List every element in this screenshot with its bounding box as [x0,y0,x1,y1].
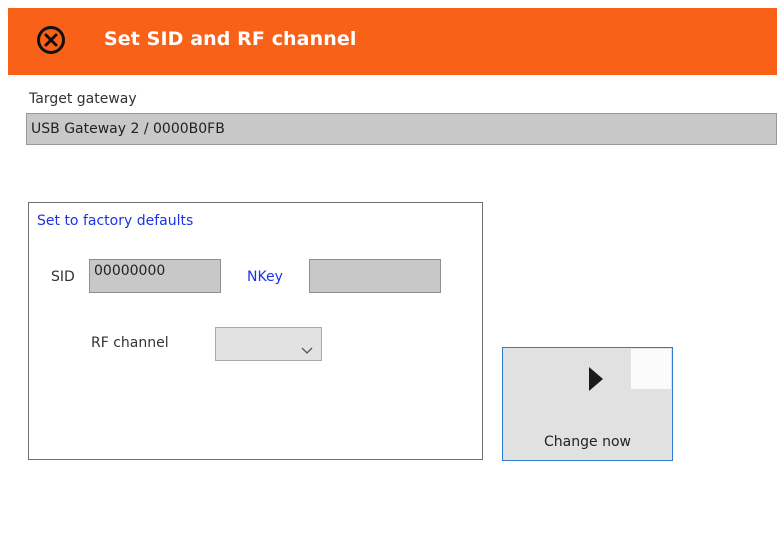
sid-label: SID [51,269,75,285]
button-corner [631,349,671,389]
rf-channel-select[interactable] [215,327,322,361]
title-bar: Set SID and RF channel [8,8,777,75]
nkey-field[interactable] [309,259,441,293]
rf-channel-label: RF channel [91,335,169,351]
chevron-down-icon [301,340,313,354]
play-icon [589,367,603,395]
change-now-label: Change now [544,434,631,450]
target-gateway-label: Target gateway [29,91,137,107]
close-icon[interactable] [35,24,67,56]
nkey-label: NKey [247,269,283,285]
window-title: Set SID and RF channel [104,28,357,50]
config-group-box: Set to factory defaults SID 00000000 NKe… [28,202,483,460]
target-gateway-field: USB Gateway 2 / 0000B0FB [26,113,777,145]
factory-defaults-link[interactable]: Set to factory defaults [37,213,193,229]
sid-field[interactable]: 00000000 [89,259,221,293]
change-now-button[interactable]: Change now [502,347,673,461]
